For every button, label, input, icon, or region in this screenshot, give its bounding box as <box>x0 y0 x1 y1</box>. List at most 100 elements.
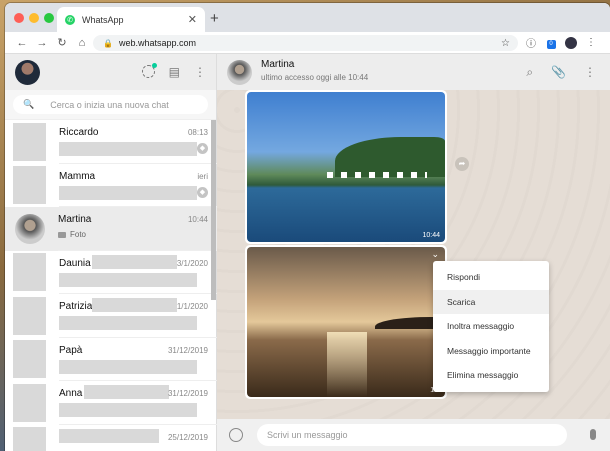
chat-time: 08:13 <box>187 128 208 137</box>
extension-icon[interactable]: 0 <box>541 37 561 49</box>
photo-reflection <box>327 332 367 397</box>
chat-time: 31/12/2019 <box>167 345 208 355</box>
search-icon[interactable]: ⌕ <box>526 65 533 80</box>
search-input[interactable]: 🔍 Cerca o inizia una nuova chat <box>13 95 208 114</box>
forward-icon[interactable]: ➦ <box>455 157 469 171</box>
chat-item-selected[interactable]: Martina 10:44 Foto <box>5 207 217 251</box>
redacted-name <box>59 428 159 443</box>
chat-time: ieri <box>197 171 208 181</box>
menu-item-delete[interactable]: Elimina messaggio <box>433 363 549 388</box>
chat-item[interactable]: 25/12/2019 <box>5 425 217 451</box>
redacted-name <box>92 254 177 269</box>
sunset-photo[interactable]: ⌄ 10: <box>247 247 445 397</box>
search-icon: 🔍 <box>23 99 35 109</box>
conversation-header[interactable]: Martina ultimo accesso oggi alle 10:44 ⌕… <box>217 54 610 90</box>
avatar <box>13 296 46 335</box>
chat-name: Martina <box>58 214 92 225</box>
avatar[interactable] <box>227 59 252 85</box>
chat-name: Papà <box>59 344 83 356</box>
chat-item[interactable]: Patrizia 1/1/2020 <box>5 294 217 338</box>
menu-item-forward[interactable]: Inoltra messaggio <box>433 314 549 339</box>
back-icon[interactable]: ← <box>12 37 32 49</box>
menu-item-download[interactable]: Scarica <box>433 289 549 314</box>
home-icon[interactable]: ⌂ <box>72 37 92 49</box>
tab-whatsapp[interactable]: ✆ WhatsApp ✕ <box>57 7 205 32</box>
forward-icon[interactable]: → <box>32 37 52 49</box>
extension-badge: 0 <box>546 39 556 49</box>
address-bar[interactable]: 🔒 web.whatsapp.com ☆ <box>93 35 518 51</box>
chevron-down-icon[interactable]: ⌄ <box>431 249 439 260</box>
chat-list-scrollbar[interactable] <box>211 120 216 300</box>
pin-icon: ◆ <box>197 186 208 198</box>
redacted-preview <box>59 272 197 287</box>
message-input[interactable]: Scrivi un messaggio <box>257 424 567 446</box>
avatar <box>13 166 46 205</box>
chat-name: Mamma <box>59 170 96 182</box>
avatar <box>13 122 46 161</box>
message-context-menu: Rispondi Scarica Inoltra messaggio Messa… <box>433 261 549 392</box>
redacted-name <box>92 298 177 312</box>
chat-name: Anna <box>59 388 83 399</box>
chat-preview-text: Foto <box>70 230 87 239</box>
message-time: 10:44 <box>422 232 440 239</box>
avatar <box>13 383 46 422</box>
chat-name: Daunia <box>59 257 91 269</box>
chat-item[interactable]: Riccardo 08:13 ◆ <box>5 120 217 164</box>
chat-time: 10:44 <box>187 215 208 224</box>
last-seen-status: ultimo accesso oggi alle 10:44 <box>261 73 369 82</box>
conversation-panel: Martina ultimo accesso oggi alle 10:44 ⌕… <box>217 54 610 451</box>
chat-item[interactable]: Anna 31/12/2019 <box>5 381 217 425</box>
microphone-icon[interactable] <box>590 429 596 440</box>
image-message[interactable]: 10:44 <box>245 90 447 244</box>
new-tab-button[interactable]: + <box>210 10 219 27</box>
chat-item[interactable]: Mamma ieri ◆ <box>5 164 217 207</box>
menu-item-reply[interactable]: Rispondi <box>433 265 549 290</box>
chat-time: 3/1/2020 <box>176 258 208 268</box>
chat-name: Riccardo <box>59 127 99 138</box>
menu-icon[interactable]: ⋮ <box>584 65 596 80</box>
my-avatar[interactable] <box>15 59 40 85</box>
avatar <box>13 427 46 451</box>
sea-photo[interactable]: 10:44 <box>247 92 445 242</box>
menu-item-star[interactable]: Messaggio importante <box>433 339 549 364</box>
info-icon[interactable]: ⓘ <box>521 35 541 50</box>
browser-menu-icon[interactable]: ⋮ <box>581 37 601 48</box>
new-chat-icon[interactable]: ▤ <box>169 65 180 79</box>
avatar <box>13 253 46 292</box>
chat-time: 31/12/2019 <box>167 389 208 398</box>
menu-icon[interactable]: ⋮ <box>194 65 206 79</box>
url-text: web.whatsapp.com <box>118 38 197 48</box>
minimize-window-button[interactable] <box>29 13 39 23</box>
avatar <box>15 213 45 244</box>
status-icon[interactable] <box>141 63 157 78</box>
sidebar: ▤ ⋮ 🔍 Cerca o inizia una nuova chat Ricc… <box>5 54 217 451</box>
emoji-icon[interactable] <box>229 428 243 442</box>
message-area: 10:44 ➦ ⌄ 10: Rispondi Scarica Inoltra m… <box>217 90 610 419</box>
conversation-header-icons: ⌕ 📎 ⋮ <box>526 65 596 80</box>
image-message[interactable]: ⌄ 10: <box>245 245 447 399</box>
search-placeholder: Cerca o inizia una nuova chat <box>50 99 169 110</box>
composer: Scrivi un messaggio <box>217 419 610 451</box>
pin-icon: ◆ <box>197 143 208 154</box>
browser-toolbar: ← → ↻ ⌂ 🔒 web.whatsapp.com ☆ ⓘ 0 ⋮ <box>5 32 610 54</box>
chat-item[interactable]: Papà 31/12/2019 <box>5 338 217 381</box>
close-window-button[interactable] <box>14 13 24 23</box>
bookmark-star-icon[interactable]: ☆ <box>501 38 510 49</box>
reload-icon[interactable]: ↻ <box>52 36 72 49</box>
browser-window: ✆ WhatsApp ✕ + ← → ↻ ⌂ 🔒 web.whatsapp.co… <box>5 3 610 451</box>
tab-title: WhatsApp <box>82 14 124 25</box>
chat-item[interactable]: Daunia 3/1/2020 <box>5 251 217 294</box>
avatar <box>13 340 46 379</box>
photo-hill <box>335 137 445 177</box>
lock-icon: 🔒 <box>103 38 113 48</box>
sidebar-header: ▤ ⋮ <box>5 54 216 90</box>
whatsapp-app: ▤ ⋮ 🔍 Cerca o inizia una nuova chat Ricc… <box>5 54 610 451</box>
close-tab-icon[interactable]: ✕ <box>188 13 197 26</box>
maximize-window-button[interactable] <box>44 13 54 23</box>
profile-avatar[interactable] <box>565 36 577 49</box>
redacted-preview <box>59 403 197 417</box>
chat-preview: Foto <box>58 230 86 239</box>
sidebar-header-icons: ▤ ⋮ <box>141 63 206 79</box>
redacted-name <box>84 385 169 399</box>
attach-icon[interactable]: 📎 <box>551 65 566 80</box>
